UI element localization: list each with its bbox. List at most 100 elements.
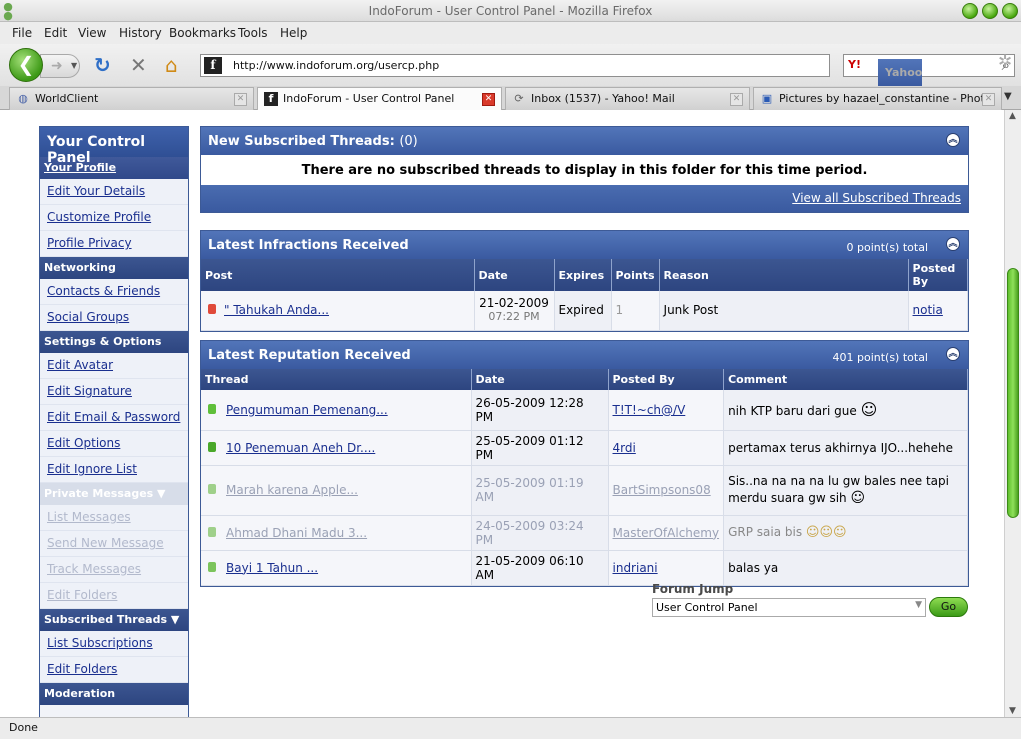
user-link[interactable]: MasterOfAlchemy xyxy=(613,526,720,540)
menu-tools[interactable]: Tools xyxy=(238,26,268,40)
scrollbar-thumb[interactable] xyxy=(1007,268,1019,518)
sidebar-title: Your Control Panel xyxy=(40,127,188,166)
user-link[interactable]: indriani xyxy=(613,561,658,575)
tab-close-icon[interactable]: ✕ xyxy=(234,93,247,106)
smiley-icon: ☺ xyxy=(860,400,878,420)
tab-yahoo-mail[interactable]: ⟳ Inbox (1537) - Yahoo! Mail ✕ xyxy=(505,87,750,110)
sidebar-item-edit-signature[interactable]: Edit Signature xyxy=(40,379,188,405)
rep-date: 25-05-2009 01:19 AM xyxy=(471,465,609,516)
back-arrow-icon: ❮ xyxy=(17,52,35,76)
user-link[interactable]: notia xyxy=(913,303,943,317)
scroll-down-icon[interactable]: ▼ xyxy=(1009,706,1016,716)
search-engine-icon[interactable]: Y! xyxy=(848,58,861,71)
sidebar-item-social-groups[interactable]: Social Groups xyxy=(40,305,188,331)
table-row: Pengumuman Pemenang... 26-05-2009 12:28 … xyxy=(201,390,968,431)
minimize-button[interactable] xyxy=(962,3,978,19)
tab-indoforum[interactable]: f IndoForum - User Control Panel ✕ xyxy=(257,87,502,111)
collapse-icon[interactable]: ︽ xyxy=(946,133,960,147)
back-button[interactable]: ❮ xyxy=(9,48,43,82)
menu-view[interactable]: View xyxy=(78,26,106,40)
reputation-positive-icon xyxy=(208,526,216,537)
forum-jump-label: Forum Jump xyxy=(652,582,734,596)
tab-close-icon[interactable]: ✕ xyxy=(730,93,743,106)
forward-button[interactable]: ➜ ▼ xyxy=(40,54,80,78)
table-row: Bayi 1 Tahun ... 21-05-2009 06:10 AM ind… xyxy=(201,550,968,586)
menu-bookmarks[interactable]: Bookmarks xyxy=(169,26,236,40)
tab-worldclient[interactable]: ◍ WorldClient ✕ xyxy=(9,87,254,110)
time-text: 07:22 PM xyxy=(488,310,540,324)
reload-icon[interactable]: ↻ xyxy=(94,54,111,76)
thread-link[interactable]: Bayi 1 Tahun ... xyxy=(226,561,318,575)
sidebar-item-pm-edit-folders[interactable]: Edit Folders xyxy=(40,583,188,609)
forum-jump-go-button[interactable]: Go xyxy=(929,597,968,617)
thread-link[interactable]: Marah karena Apple... xyxy=(226,483,358,497)
sidebar-item-edit-details[interactable]: Edit Your Details xyxy=(40,179,188,205)
thread-link[interactable]: 10 Penemuan Aneh Dr.... xyxy=(226,441,375,455)
date-text: 21-05-2009 xyxy=(475,553,546,568)
menu-history[interactable]: History xyxy=(119,26,162,40)
infraction-post-cell: " Tahukah Anda... xyxy=(201,291,475,331)
tab-close-icon[interactable]: ✕ xyxy=(982,93,995,106)
panel-header: New Subscribed Threads: (0) ︽ xyxy=(201,127,968,155)
sidebar-item-list-messages[interactable]: List Messages xyxy=(40,505,188,531)
scroll-up-icon[interactable]: ▲ xyxy=(1009,111,1016,121)
close-window-button[interactable] xyxy=(1002,3,1018,19)
sidebar-section-private-messages[interactable]: Private Messages ▼ xyxy=(40,483,188,505)
date-text: 21-02-2009 xyxy=(479,296,549,311)
tab-label: WorldClient xyxy=(35,92,99,105)
smiley-icon: ☺ xyxy=(850,490,866,506)
tab-close-icon[interactable]: ✕ xyxy=(482,93,495,106)
url-bar[interactable]: f http://www.indoforum.org/usercp.php ◉ … xyxy=(200,54,1012,77)
menu-help[interactable]: Help xyxy=(280,26,307,40)
user-link[interactable]: BartSimpsons08 xyxy=(613,483,711,497)
reputation-points-total: 401 point(s) total xyxy=(832,351,928,364)
sidebar-item-edit-ignore-list[interactable]: Edit Ignore List xyxy=(40,457,188,483)
sidebar-item-edit-email[interactable]: Edit Email & Password xyxy=(40,405,188,431)
app-menu-icon[interactable]: ● ● xyxy=(3,1,13,21)
search-box[interactable]: Y! Yahoo ⌕ xyxy=(843,54,1015,87)
infraction-points-total: 0 point(s) total xyxy=(846,241,928,254)
sidebar-item-track-messages[interactable]: Track Messages xyxy=(40,557,188,583)
navigation-toolbar: ➜ ▼ ❮ ↻ ✕ ⌂ f http://www.indoforum.org/u… xyxy=(0,44,1021,87)
forum-jump-select[interactable]: User Control Panel ▼ xyxy=(652,598,926,617)
thread-link[interactable]: Ahmad Dhani Madu 3... xyxy=(226,526,367,540)
sidebar-item-customize-profile[interactable]: Customize Profile xyxy=(40,205,188,231)
window-title: IndoForum - User Control Panel - Mozilla… xyxy=(368,4,653,18)
comment-text: nih KTP baru dari gue xyxy=(728,404,857,419)
tab-photobucket[interactable]: ▣ Pictures by hazael_constantine - Phot.… xyxy=(753,87,1002,110)
rep-comment: nih KTP baru dari gue ☺ xyxy=(723,390,968,431)
tab-list-icon[interactable]: ▼ xyxy=(1004,91,1012,102)
vertical-scrollbar[interactable]: ▲ ▼ xyxy=(1004,110,1021,717)
sidebar-item-sub-edit-folders[interactable]: Edit Folders xyxy=(40,657,188,683)
user-link[interactable]: 4rdi xyxy=(613,441,636,455)
history-dropdown-icon[interactable]: ▼ xyxy=(71,55,77,77)
col-header: Points xyxy=(611,259,660,291)
sidebar-item-edit-options[interactable]: Edit Options xyxy=(40,431,188,457)
sidebar-item-edit-avatar[interactable]: Edit Avatar xyxy=(40,353,188,379)
thread-link[interactable]: Pengumuman Pemenang... xyxy=(226,403,388,417)
maximize-button[interactable] xyxy=(982,3,998,19)
status-bar: Done xyxy=(0,717,1021,739)
rep-thread-cell: Bayi 1 Tahun ... xyxy=(201,550,472,586)
url-text[interactable]: http://www.indoforum.org/usercp.php xyxy=(233,59,439,72)
home-icon[interactable]: ⌂ xyxy=(165,54,178,76)
menu-edit[interactable]: Edit xyxy=(44,26,67,40)
sidebar-item-list-subscriptions[interactable]: List Subscriptions xyxy=(40,631,188,657)
panel-header: Latest Reputation Received 401 point(s) … xyxy=(201,341,968,369)
infraction-reason: Junk Post xyxy=(659,291,909,331)
infraction-post-link[interactable]: " Tahukah Anda... xyxy=(224,303,329,317)
no-threads-message: There are no subscribed threads to displ… xyxy=(301,163,868,178)
stop-icon[interactable]: ✕ xyxy=(130,54,147,76)
sidebar-section-subscribed-threads[interactable]: Subscribed Threads ▼ xyxy=(40,609,188,631)
sidebar-item-profile-privacy[interactable]: Profile Privacy xyxy=(40,231,188,257)
sidebar-section-your-profile[interactable]: Your Profile xyxy=(40,157,188,179)
subscribed-threads-panel: New Subscribed Threads: (0) ︽ There are … xyxy=(200,126,969,213)
sidebar-item-send-message[interactable]: Send New Message xyxy=(40,531,188,557)
view-all-subscribed-link[interactable]: View all Subscribed Threads xyxy=(792,191,961,205)
user-link[interactable]: T!T!~ch@/V xyxy=(613,403,686,417)
sidebar-item-contacts[interactable]: Contacts & Friends xyxy=(40,279,188,305)
date-text: 25-05-2009 xyxy=(475,433,546,448)
menu-file[interactable]: File xyxy=(12,26,32,40)
collapse-icon[interactable]: ︽ xyxy=(946,347,960,361)
collapse-icon[interactable]: ︽ xyxy=(946,237,960,251)
